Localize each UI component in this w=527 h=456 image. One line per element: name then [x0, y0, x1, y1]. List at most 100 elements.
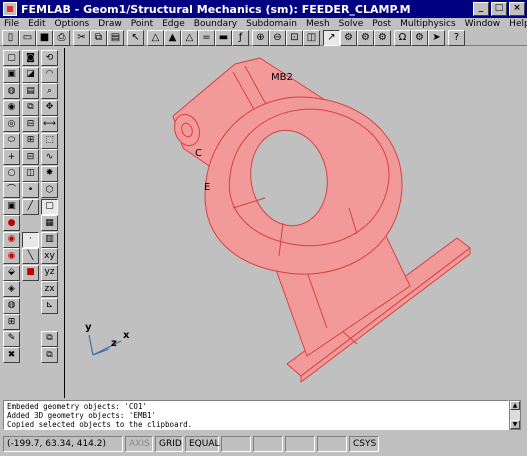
grid-toggle[interactable]: GRID: [155, 436, 183, 452]
triangle-alt-icon[interactable]: △: [181, 29, 198, 46]
open-icon[interactable]: ▭: [19, 29, 36, 46]
pencil-icon[interactable]: ✎: [3, 330, 20, 347]
cube-icon[interactable]: ▣: [3, 198, 20, 215]
zoom-window-icon[interactable]: ⊡: [286, 29, 303, 46]
array-icon[interactable]: ⊞: [22, 132, 39, 149]
red-box-icon[interactable]: ■: [22, 264, 39, 281]
mesh-refine-icon[interactable]: ▲: [164, 29, 181, 46]
grid-icon[interactable]: ⊞: [3, 314, 20, 330]
menu-point[interactable]: Point: [131, 19, 153, 29]
menu-multiphysics[interactable]: Multiphysics: [400, 19, 456, 29]
equal-toggle[interactable]: EQUAL: [185, 436, 220, 452]
boundary-plot-icon[interactable]: ⚙: [357, 29, 374, 46]
minimize-button[interactable]: _: [473, 2, 489, 16]
globe-icon[interactable]: ◍: [3, 297, 20, 314]
record-red-icon[interactable]: ●: [3, 215, 20, 231]
triangle-icon[interactable]: △: [147, 29, 164, 46]
point-icon[interactable]: •: [22, 182, 39, 198]
menu-options[interactable]: Options: [55, 19, 90, 29]
point-remove-icon[interactable]: ⊟: [22, 149, 39, 165]
paste-icon[interactable]: ▤: [107, 29, 124, 46]
render-icon[interactable]: ◈: [3, 281, 20, 297]
eye-red-icon[interactable]: ◉: [3, 231, 20, 248]
feeder-clamp-solid[interactable]: [170, 57, 471, 383]
block-corner-icon[interactable]: ◪: [22, 66, 39, 83]
box-icon[interactable]: ▢: [3, 50, 20, 66]
view-xy-icon[interactable]: xy: [41, 248, 58, 264]
grid-view-icon[interactable]: ▦: [41, 215, 58, 231]
new-icon[interactable]: ▯: [2, 29, 19, 46]
select-arrow-icon[interactable]: ↖: [127, 29, 144, 46]
point-add-icon[interactable]: +: [3, 149, 20, 165]
status-empty-3[interactable]: [285, 436, 315, 452]
cylinder-icon[interactable]: ◙: [22, 50, 39, 66]
menu-post[interactable]: Post: [372, 19, 391, 29]
csys-toggle[interactable]: CSYS: [349, 436, 379, 452]
status-empty-1[interactable]: [221, 436, 251, 452]
equals-icon[interactable]: =: [198, 29, 215, 46]
function-icon[interactable]: ƒ: [232, 29, 249, 46]
axis-toggle[interactable]: AXIS: [125, 436, 153, 452]
edge-plot-icon[interactable]: ⚙: [374, 29, 391, 46]
close-button[interactable]: ×: [509, 2, 525, 16]
zoom-in-icon[interactable]: ⊕: [252, 29, 269, 46]
paste-view-icon[interactable]: ⧉: [41, 347, 58, 363]
torus-icon[interactable]: ◎: [3, 116, 20, 132]
layers-icon[interactable]: ▤: [22, 83, 39, 99]
view-yz-icon[interactable]: yz: [41, 264, 58, 281]
arc-icon[interactable]: ◠: [41, 66, 58, 83]
status-empty-2[interactable]: [253, 436, 283, 452]
copy-icon[interactable]: ⧉: [90, 29, 107, 46]
log-scrollbar[interactable]: ▲ ▼: [509, 400, 521, 430]
point-mark-icon[interactable]: ·: [22, 231, 39, 248]
save-icon[interactable]: ■: [36, 29, 53, 46]
move-icon[interactable]: ✥: [41, 99, 58, 116]
scroll-up-arrow-icon[interactable]: ▲: [510, 401, 520, 410]
light-icon[interactable]: ✸: [41, 165, 58, 182]
menu-edge[interactable]: Edge: [162, 19, 185, 29]
plot-icon[interactable]: ↗: [323, 29, 340, 46]
help-icon[interactable]: ?: [448, 29, 465, 46]
print-icon[interactable]: ⎙: [53, 29, 70, 46]
cut-icon[interactable]: ✂: [73, 29, 90, 46]
settings-icon[interactable]: ⚙: [411, 29, 428, 46]
eye-red-alt-icon[interactable]: ◉: [3, 248, 20, 264]
axis-icon[interactable]: ⊾: [41, 297, 58, 314]
view-iso-icon[interactable]: ⬡: [41, 182, 58, 198]
copy-view-icon[interactable]: ⧉: [41, 330, 58, 347]
line-icon[interactable]: ╱: [22, 198, 39, 215]
union-icon[interactable]: ◫: [22, 165, 39, 182]
delete-icon[interactable]: ✖: [3, 347, 20, 363]
femlab-logo-icon[interactable]: [3, 2, 17, 16]
zoom-extents-icon[interactable]: ◫: [303, 29, 320, 46]
copy-object-icon[interactable]: ⬚: [41, 132, 58, 149]
circle-icon[interactable]: ○: [3, 165, 20, 182]
omega-icon[interactable]: Ω: [394, 29, 411, 46]
stack-icon[interactable]: ⧉: [22, 99, 39, 116]
menu-file[interactable]: File: [4, 19, 19, 29]
status-empty-4[interactable]: [317, 436, 347, 452]
diagonal-icon[interactable]: ╲: [22, 248, 39, 264]
zoom-out-icon[interactable]: ⊖: [269, 29, 286, 46]
subdomain-plot-icon[interactable]: ⚙: [340, 29, 357, 46]
menu-window[interactable]: Window: [465, 19, 501, 29]
menu-draw[interactable]: Draw: [98, 19, 122, 29]
scroll-down-arrow-icon[interactable]: ▼: [510, 420, 520, 429]
spline-icon[interactable]: ∿: [41, 149, 58, 165]
maximize-button[interactable]: □: [491, 2, 507, 16]
cone-icon[interactable]: ◉: [3, 99, 20, 116]
block-shade-icon[interactable]: ▣: [3, 66, 20, 83]
ellipsoid-icon[interactable]: ⬭: [3, 132, 20, 149]
message-log[interactable]: Embeded geometry objects: 'CO1' Added 3D…: [3, 400, 509, 430]
menu-mesh[interactable]: Mesh: [306, 19, 330, 29]
menu-solve[interactable]: Solve: [339, 19, 364, 29]
menu-help[interactable]: Help: [509, 19, 527, 29]
rotate-icon[interactable]: ⟲: [41, 50, 58, 66]
view-zx-icon[interactable]: zx: [41, 281, 58, 297]
postprocess-icon[interactable]: ➤: [428, 29, 445, 46]
mirror-icon[interactable]: ⟷: [41, 116, 58, 132]
sphere-icon[interactable]: ◍: [3, 83, 20, 99]
scale-icon[interactable]: ⊟: [22, 116, 39, 132]
geometry-canvas[interactable]: MB2 C E y z x: [64, 48, 527, 398]
solve-icon[interactable]: ▬: [215, 29, 232, 46]
